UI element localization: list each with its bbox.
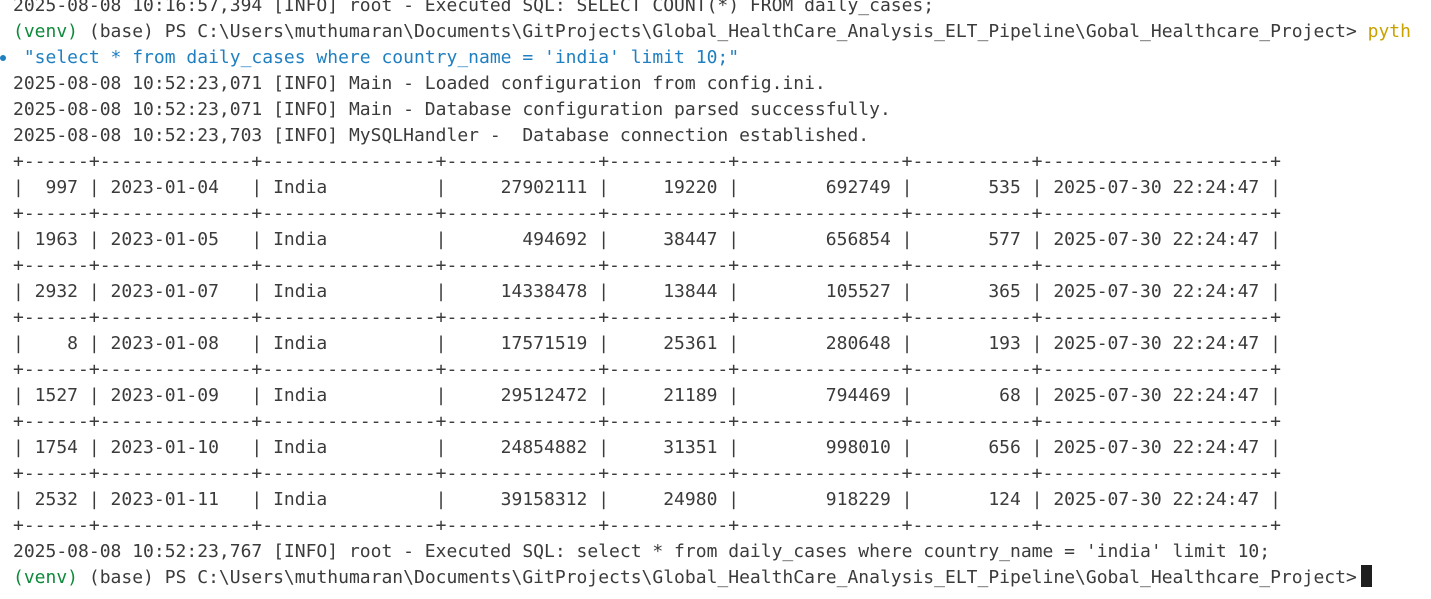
table-row: | 1963 | 2023-01-05 | India | 494692 | 3… [13,229,1281,250]
table-border: +------+--------------+----------------+… [13,255,1281,276]
table-border: +------+--------------+----------------+… [13,411,1281,432]
table-border: +------+--------------+----------------+… [13,463,1281,484]
final-prompt-line[interactable]: (venv) (base) PS C:\Users\muthumaran\Doc… [13,565,1372,591]
terminal-window[interactable]: 2025-08-08 10:16:57,394 [INFO] root - Ex… [0,0,1431,599]
venv-indicator: (venv) [13,567,79,588]
command-prompt-line: (venv) (base) PS C:\Users\muthumaran\Doc… [13,19,1411,45]
table-row: | 997 | 2023-01-04 | India | 27902111 | … [13,177,1281,198]
table-border: +------+--------------+----------------+… [13,307,1281,328]
command-text: pyth [1367,21,1411,42]
table-border: +------+--------------+----------------+… [13,203,1281,224]
table-row: | 2932 | 2023-01-07 | India | 14338478 |… [13,281,1281,302]
query-argument: "select * from daily_cases where country… [13,47,740,68]
previous-log-line: 2025-08-08 10:16:57,394 [INFO] root - Ex… [13,0,935,16]
prompt-path: (base) PS C:\Users\muthumaran\Documents\… [78,21,1368,42]
venv-indicator: (venv) [13,21,79,42]
log-line: 2025-08-08 10:52:23,703 [INFO] MySQLHand… [13,125,870,146]
command-status-dot-icon [0,55,6,61]
final-log-line: 2025-08-08 10:52:23,767 [INFO] root - Ex… [13,541,1271,562]
table-border: +------+--------------+----------------+… [13,359,1281,380]
table-row: | 1754 | 2023-01-10 | India | 24854882 |… [13,437,1281,458]
log-line: 2025-08-08 10:52:23,071 [INFO] Main - Lo… [13,73,826,94]
table-border: +------+--------------+----------------+… [13,515,1281,536]
log-line: 2025-08-08 10:52:23,071 [INFO] Main - Da… [13,99,891,120]
text-cursor [1360,565,1372,587]
table-row: | 1527 | 2023-01-09 | India | 29512472 |… [13,385,1281,406]
table-row: | 8 | 2023-01-08 | India | 17571519 | 25… [13,333,1281,354]
prompt-path: (base) PS C:\Users\muthumaran\Documents\… [78,567,1357,588]
table-border: +------+--------------+----------------+… [13,151,1281,172]
table-row: | 2532 | 2023-01-11 | India | 39158312 |… [13,489,1281,510]
